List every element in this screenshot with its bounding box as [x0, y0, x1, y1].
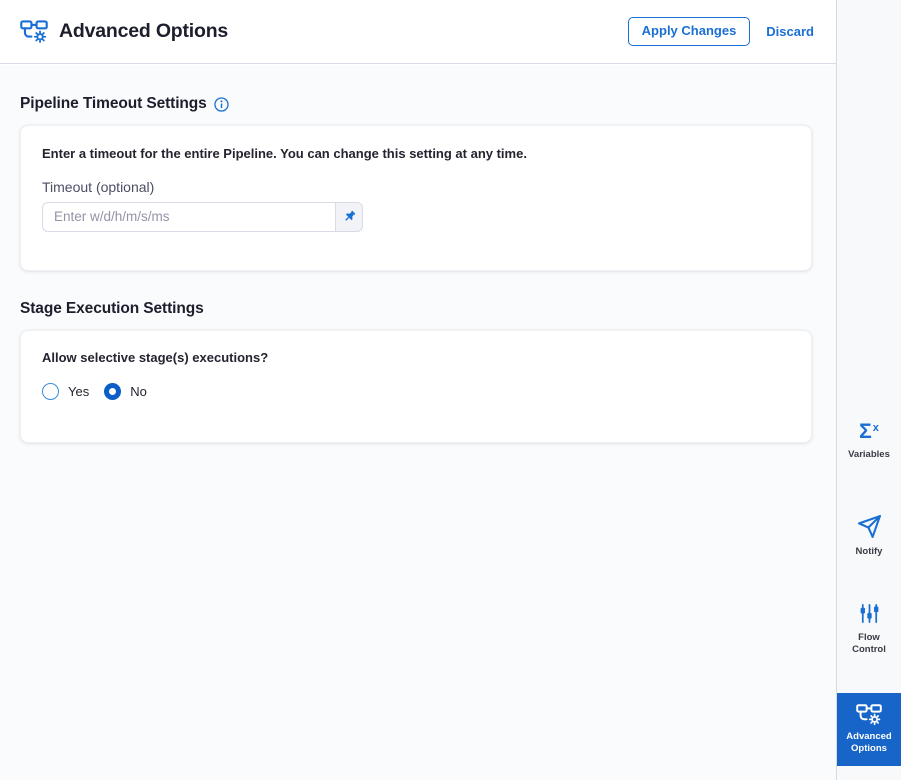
paper-plane-icon [857, 514, 882, 539]
timeout-input[interactable] [42, 201, 335, 232]
sidebar-item-notify[interactable]: Notify [837, 514, 901, 572]
selective-stages-question: Allow selective stage(s) executions? [42, 349, 269, 365]
sidebar-item-label: Variables [848, 449, 890, 460]
sigma-x-icon: Σx [859, 420, 879, 443]
timeout-card: Enter a timeout for the entire Pipeline.… [20, 125, 812, 271]
sidebar-item-label: Advanced Options [846, 730, 892, 754]
main-content: Pipeline Timeout Settings Enter a timeou… [0, 65, 836, 780]
pipeline-gear-icon [856, 703, 882, 726]
stage-execution-heading-label: Stage Execution Settings [20, 299, 204, 317]
apply-changes-button[interactable]: Apply Changes [627, 17, 751, 46]
info-icon[interactable] [214, 96, 229, 112]
sidebar-item-variables[interactable]: Σx Variables [837, 421, 901, 479]
timeout-description: Enter a timeout for the entire Pipeline.… [42, 146, 527, 161]
header: Advanced Options Apply Changes Discard [0, 0, 836, 64]
advanced-options-panel: Advanced Options Apply Changes Discard P… [0, 0, 901, 780]
stage-execution-card: Allow selective stage(s) executions? Yes… [20, 329, 812, 443]
radio-yes-label: Yes [68, 383, 90, 399]
radio-yes-circle[interactable] [42, 382, 59, 400]
pipeline-gear-icon [20, 19, 48, 44]
pin-icon [342, 209, 357, 224]
sidebar-item-label: Notify [855, 546, 883, 557]
pin-button[interactable] [335, 201, 363, 232]
radio-no-label: No [130, 383, 147, 399]
radio-yes[interactable]: Yes [42, 382, 90, 400]
timeout-input-group [42, 201, 363, 232]
timeout-field-label: Timeout (optional) [42, 178, 155, 195]
sliders-icon [858, 602, 881, 625]
discard-button[interactable]: Discard [766, 24, 814, 39]
content-area: Advanced Options Apply Changes Discard P… [0, 0, 836, 780]
sidebar-item-flow-control[interactable]: Flow Control [837, 602, 901, 668]
selective-stages-radio-group: Yes No [42, 382, 790, 400]
stage-execution-heading: Stage Execution Settings [20, 300, 836, 318]
sidebar-item-label: Flow Control [852, 632, 886, 656]
pipeline-timeout-heading-label: Pipeline Timeout Settings [20, 95, 207, 112]
sidebar-item-advanced-options[interactable]: Advanced Options [837, 693, 901, 766]
header-actions: Apply Changes Discard [627, 17, 814, 46]
pipeline-timeout-heading: Pipeline Timeout Settings [20, 95, 836, 113]
right-sidebar: Σx Variables Notify Flow Control Advance… [836, 0, 901, 780]
radio-no-circle[interactable] [104, 382, 122, 400]
radio-no[interactable]: No [104, 382, 147, 400]
page-title: Advanced Options [59, 20, 229, 42]
